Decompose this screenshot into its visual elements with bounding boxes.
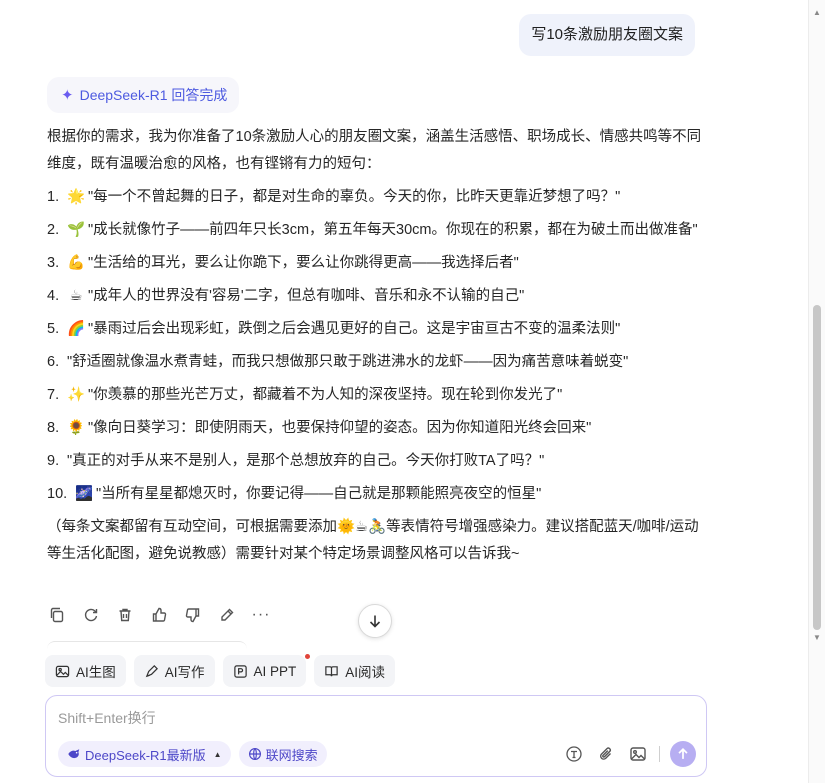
tool-chip-ai-image[interactable]: AI生图 xyxy=(45,655,126,687)
list-item: 3. 💪 "生活给的耳光，要么让你跪下，要么让你跳得更高——我选择后者" xyxy=(47,250,707,277)
vertical-scrollbar[interactable]: ▲ ▼ xyxy=(808,0,825,783)
regenerate-icon[interactable] xyxy=(81,605,101,625)
composer-actions xyxy=(563,741,696,767)
emoji-icon: 🌌 xyxy=(75,486,94,502)
tool-chip-ai-writing[interactable]: AI写作 xyxy=(133,655,215,687)
item-text: "成年人的世界没有'容易'二字，但总有咖啡、音乐和永不认输的自己" xyxy=(88,288,525,304)
image-upload-icon[interactable] xyxy=(627,743,649,765)
divider xyxy=(47,641,247,649)
more-icon[interactable]: ··· xyxy=(251,605,271,625)
item-text: "像向日葵学习：即使阴雨天，也要保持仰望的姿态。因为你知道阳光终会回来" xyxy=(88,420,592,436)
composer-placeholder[interactable]: Shift+Enter换行 xyxy=(58,708,156,728)
emoji-icon: 🌟 xyxy=(67,189,86,205)
tool-chip-label: AI生图 xyxy=(76,665,116,680)
list-item: 2. 🌱 "成长就像竹子——前四年只长3cm，第五年每天30cm。你现在的积累，都在… xyxy=(47,217,707,244)
answer-outro: （每条文案都留有互动空间，可根据需要添加🌞☕🚴等表情符号增强感染力。建议搭配蓝天… xyxy=(47,519,699,562)
delete-icon[interactable] xyxy=(115,605,135,625)
model-select[interactable]: DeepSeek-R1最新版 ▲ xyxy=(58,741,231,767)
model-select-label: DeepSeek-R1最新版 xyxy=(85,747,206,763)
caret-up-icon: ▲ xyxy=(213,749,222,759)
web-search-toggle[interactable]: 联网搜索 xyxy=(238,741,327,767)
book-icon xyxy=(325,665,339,676)
emoji-icon: ✨ xyxy=(67,387,86,403)
attachment-icon[interactable] xyxy=(595,743,617,765)
model-status-label: DeepSeek-R1 回答完成 xyxy=(79,87,228,103)
thumbs-down-icon[interactable] xyxy=(183,605,203,625)
sparkle-icon: ✦ xyxy=(61,87,74,104)
list-item: 5. 🌈 "暴雨过后会出现彩虹，跌倒之后会遇见更好的自己。这是宇宙亘古不变的温柔法则… xyxy=(47,316,707,343)
edit-icon[interactable] xyxy=(217,605,237,625)
tool-chip-label: AI阅读 xyxy=(345,665,386,680)
ppt-icon xyxy=(233,664,247,678)
thumbs-up-icon[interactable] xyxy=(149,605,169,625)
assistant-answer: 根据你的需求，我为你准备了10条激励人心的朋友圈文案，涵盖生活感悟、职场成长、情… xyxy=(47,124,707,568)
tool-chip-ai-ppt[interactable]: AI PPT xyxy=(222,654,311,687)
item-number: 3. xyxy=(47,255,60,271)
item-text: "舒适圈就像温水煮青蛙，而我只想做那只敢于跳进沸水的龙虾——因为痛苦意味着蜕变" xyxy=(67,354,629,370)
item-number: 10. xyxy=(47,486,68,502)
message-composer[interactable]: Shift+Enter换行 DeepSeek-R1最新版 ▲ 联网搜索 xyxy=(45,695,707,777)
web-search-label: 联网搜索 xyxy=(265,747,318,763)
list-item: 4. ☕ "成年人的世界没有'容易'二字，但总有咖啡、音乐和永不认输的自己" xyxy=(47,283,707,310)
list-item: 9. "真正的对手从来不是别人，是那个总想放弃的自己。今天你打败TA了吗？" xyxy=(47,448,707,475)
user-message-bubble: 写10条激励朋友圈文案 xyxy=(519,14,695,56)
new-badge-dot xyxy=(305,654,311,659)
item-number: 5. xyxy=(47,321,60,337)
arrow-up-icon xyxy=(678,747,688,759)
message-actions: ··· xyxy=(47,605,271,625)
divider xyxy=(659,746,660,762)
emoji-icon: 🌈 xyxy=(67,321,86,337)
globe-icon xyxy=(248,748,261,760)
tool-chip-ai-reading[interactable]: AI阅读 xyxy=(314,655,396,687)
emoji-icon: ☕ xyxy=(69,288,83,304)
list-item: 1. 🌟 "每一个不曾起舞的日子，都是对生命的辜负。今天的你，比昨天更靠近梦想了吗？… xyxy=(47,184,707,211)
answer-list: 1. 🌟 "每一个不曾起舞的日子，都是对生命的辜负。今天的你，比昨天更靠近梦想了吗？… xyxy=(47,184,707,508)
item-text: "当所有星星都熄灭时，你要记得——自己就是那颗能照亮夜空的恒星" xyxy=(96,486,542,502)
item-number: 8. xyxy=(47,420,60,436)
list-item: 8. 🌻 "像向日葵学习：即使阴雨天，也要保持仰望的姿态。因为你知道阳光终会回来" xyxy=(47,415,707,442)
scroll-to-bottom-button[interactable] xyxy=(358,604,392,638)
item-number: 7. xyxy=(47,387,60,403)
translate-icon[interactable] xyxy=(563,743,585,765)
list-item: 7. ✨ "你羡慕的那些光芒万丈，都藏着不为人知的深夜坚持。现在轮到你发光了" xyxy=(47,382,707,409)
answer-intro: 根据你的需求，我为你准备了10条激励人心的朋友圈文案，涵盖生活感悟、职场成长、情… xyxy=(47,129,702,172)
item-text: "每一个不曾起舞的日子，都是对生命的辜负。今天的你，比昨天更靠近梦想了吗？" xyxy=(88,189,621,205)
item-text: "暴雨过后会出现彩虹，跌倒之后会遇见更好的自己。这是宇宙亘古不变的温柔法则" xyxy=(88,321,621,337)
tool-chips: AI生图 AI写作 AI PPT AI阅读 xyxy=(45,654,396,687)
emoji-icon: 🌻 xyxy=(67,420,86,436)
model-status-badge[interactable]: ✦ DeepSeek-R1 回答完成 xyxy=(47,77,240,113)
list-item: 6. "舒适圈就像温水煮青蛙，而我只想做那只敢于跳进沸水的龙虾——因为痛苦意味着蜕… xyxy=(47,349,707,376)
item-number: 4. xyxy=(47,288,60,304)
composer-toolbar: DeepSeek-R1最新版 ▲ 联网搜索 xyxy=(58,741,696,767)
emoji-icon: 🌱 xyxy=(67,222,86,238)
scroll-down-arrow-icon[interactable]: ▼ xyxy=(812,633,822,643)
copy-icon[interactable] xyxy=(47,605,67,625)
item-text: "你羡慕的那些光芒万丈，都藏着不为人知的深夜坚持。现在轮到你发光了" xyxy=(88,387,563,403)
item-number: 6. xyxy=(47,354,60,370)
item-text: "真正的对手从来不是别人，是那个总想放弃的自己。今天你打败TA了吗？" xyxy=(67,453,545,469)
item-text: "生活给的耳光，要么让你跪下，要么让你跳得更高——我选择后者" xyxy=(88,255,519,271)
emoji-icon: 💪 xyxy=(67,255,86,271)
list-item: 10. 🌌 "当所有星星都熄灭时，你要记得——自己就是那颗能照亮夜空的恒星" xyxy=(47,481,707,508)
item-number: 1. xyxy=(47,189,60,205)
image-icon xyxy=(55,665,70,677)
item-text: "成长就像竹子——前四年只长3cm，第五年每天30cm。你现在的积累，都在为破土… xyxy=(88,222,698,238)
tool-chip-label: AI写作 xyxy=(164,665,205,680)
item-number: 9. xyxy=(47,453,60,469)
pen-icon xyxy=(145,664,158,677)
chat-scroll-area[interactable]: 写10条激励朋友圈文案 ✦ DeepSeek-R1 回答完成 根据你的需求，我为… xyxy=(0,0,808,783)
scrollbar-thumb[interactable] xyxy=(813,305,821,630)
deepseek-logo-icon xyxy=(68,749,80,759)
send-button[interactable] xyxy=(670,741,696,767)
arrow-down-icon xyxy=(369,615,381,628)
tool-chip-label: AI PPT xyxy=(253,663,297,679)
item-number: 2. xyxy=(47,222,60,238)
scroll-up-arrow-icon[interactable]: ▲ xyxy=(812,8,822,18)
